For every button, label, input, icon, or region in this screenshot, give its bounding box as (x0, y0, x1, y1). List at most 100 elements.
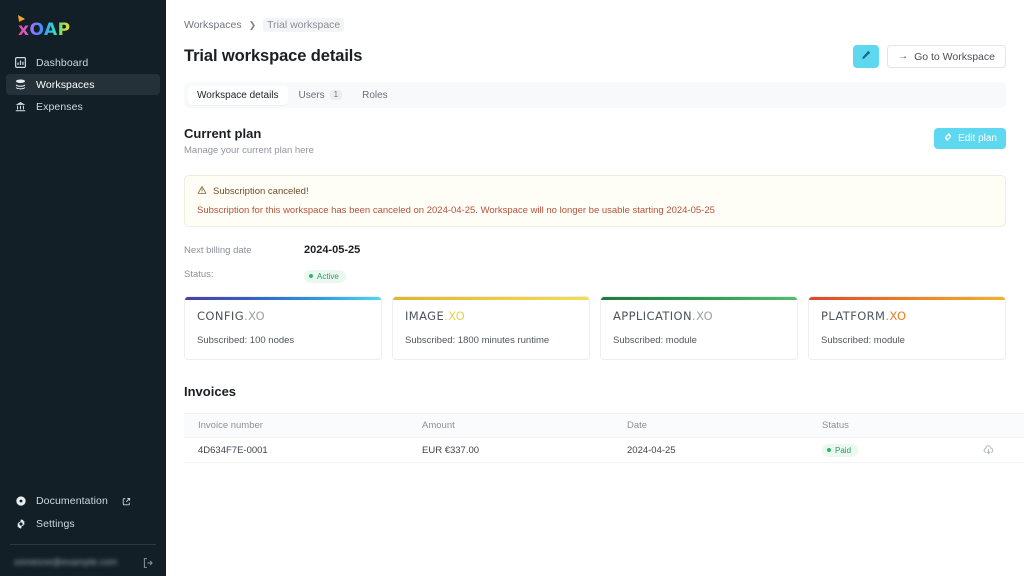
detail-row-status: Status: Active (184, 262, 1006, 286)
sidebar-bottom-nav: Documentation Settings (0, 490, 166, 536)
invoices-table-header: Invoice number Amount Date Status (184, 414, 1024, 437)
pencil-icon (860, 49, 872, 64)
status-label: Active (317, 271, 339, 281)
column-header-date: Date (627, 420, 648, 431)
sidebar-item-label: Documentation (36, 495, 108, 507)
status-badge: Active (304, 265, 346, 283)
arrow-right-icon: → (898, 51, 909, 62)
go-to-workspace-button[interactable]: → Go to Workspace (887, 45, 1006, 68)
column-header-invoice-number: Invoice number (198, 420, 263, 431)
tab-workspace-details[interactable]: Workspace details (188, 85, 288, 105)
breadcrumb: Workspaces ❯ Trial workspace (166, 0, 1024, 32)
sidebar-item-label: Expenses (36, 100, 83, 113)
section-title: Current plan (184, 126, 262, 141)
plan-card-subscribed: Subscribed: 100 nodes (197, 335, 295, 346)
external-link-icon (122, 497, 131, 506)
page-actions: → Go to Workspace (853, 45, 1006, 68)
sidebar-item-label: Workspaces (36, 78, 95, 91)
svg-text:xOAP: xOAP (18, 20, 71, 39)
table-row[interactable]: 4D634F7E-0001 EUR €337.00 2024-04-25 Pai… (184, 437, 1024, 463)
status-dot-icon (827, 448, 831, 452)
tab-users-badge: 1 (329, 89, 343, 101)
breadcrumb-current: Trial workspace (263, 18, 345, 32)
current-plan-header: Current plan Manage your current plan he… (166, 108, 1024, 156)
invoices-title: Invoices (184, 384, 237, 399)
plan-card-name: IMAGE.XO (405, 309, 577, 323)
sidebar-item-workspaces[interactable]: Workspaces (6, 74, 160, 95)
section-subtitle: Manage your current plan here (184, 145, 314, 156)
tab-roles[interactable]: Roles (353, 86, 397, 105)
column-header-status: Status (822, 420, 849, 431)
user-email: someone@example.com (14, 557, 118, 567)
tabs-bar: Workspace details Users 1 Roles (184, 82, 1006, 108)
info-icon (14, 495, 27, 508)
tab-users[interactable]: Users 1 (290, 86, 352, 105)
xoap-logo-icon: xOAP (18, 15, 71, 39)
warning-triangle-icon (197, 185, 207, 198)
status-dot-icon (309, 274, 313, 278)
alert-heading-row: Subscription canceled! (197, 185, 993, 198)
edit-workspace-button[interactable] (853, 45, 880, 68)
plan-card-platform-xo[interactable]: PLATFORM.XO Subscribed: module (808, 296, 1006, 360)
bar-chart-icon (14, 56, 27, 69)
sidebar-item-expenses[interactable]: Expenses (6, 96, 160, 117)
sidebar: xOAP Dashboard Workspaces Expenses Docum… (0, 0, 166, 576)
bank-icon (14, 100, 27, 113)
gear-icon (943, 132, 953, 145)
plan-name-suffix: .XO (692, 309, 714, 323)
plan-card-image-xo[interactable]: IMAGE.XO Subscribed: 1800 minutes runtim… (392, 296, 590, 360)
sidebar-user-row: someone@example.com (0, 548, 166, 576)
sidebar-item-documentation[interactable]: Documentation (6, 490, 160, 512)
column-header-amount: Amount (422, 420, 455, 431)
tab-label: Workspace details (197, 89, 279, 101)
subscription-canceled-alert: Subscription canceled! Subscription for … (184, 175, 1006, 227)
plan-name-main: PLATFORM (821, 309, 886, 323)
app-root: xOAP Dashboard Workspaces Expenses Docum… (0, 0, 1024, 576)
chevron-right-icon: ❯ (248, 19, 257, 30)
detail-row-next-billing-date: Next billing date 2024-05-25 (184, 238, 1006, 262)
cell-amount: EUR €337.00 (422, 444, 480, 456)
cell-date: 2024-04-25 (627, 444, 676, 456)
plan-name-suffix: .XO (244, 309, 266, 323)
go-to-workspace-label: Go to Workspace (914, 50, 995, 63)
detail-key: Status: (184, 268, 214, 280)
plan-card-name: APPLICATION.XO (613, 309, 785, 323)
edit-plan-label: Edit plan (958, 133, 997, 144)
plan-name-main: APPLICATION (613, 309, 693, 323)
plan-details-table: Next billing date 2024-05-25 Status: Act… (184, 238, 1006, 286)
detail-value: 2024-05-25 (304, 244, 361, 256)
sidebar-item-settings[interactable]: Settings (6, 513, 160, 535)
page-title: Trial workspace details (184, 47, 363, 65)
current-plan-heading-group: Current plan Manage your current plan he… (184, 126, 314, 156)
tab-label: Roles (362, 89, 388, 101)
detail-key: Next billing date (184, 244, 252, 256)
cell-actions (982, 444, 1022, 457)
plan-card-subscribed: Subscribed: module (613, 335, 697, 346)
main-content: Workspaces ❯ Trial workspace Trial works… (166, 0, 1024, 576)
plan-cards-list: CONFIG.XO Subscribed: 100 nodes IMAGE.XO… (184, 296, 1024, 360)
tab-label: Users (298, 89, 325, 101)
alert-heading: Subscription canceled! (213, 186, 309, 197)
plan-name-suffix: .XO (885, 309, 907, 323)
plan-card-application-xo[interactable]: APPLICATION.XO Subscribed: module (600, 296, 798, 360)
plan-name-suffix: .XO (444, 309, 466, 323)
sidebar-item-dashboard[interactable]: Dashboard (6, 52, 160, 73)
logout-icon[interactable] (142, 556, 154, 568)
download-icon[interactable] (982, 444, 995, 457)
page-title-row: Trial workspace details → Go to Workspac… (166, 32, 1024, 68)
sidebar-item-label: Dashboard (36, 56, 89, 69)
plan-card-config-xo[interactable]: CONFIG.XO Subscribed: 100 nodes (184, 296, 382, 360)
sidebar-divider (10, 544, 156, 545)
plan-card-subscribed: Subscribed: 1800 minutes runtime (405, 335, 550, 346)
sidebar-nav: Dashboard Workspaces Expenses (0, 52, 166, 118)
status-label: Paid (835, 445, 852, 455)
plan-name-main: IMAGE (405, 309, 445, 323)
plan-card-name: CONFIG.XO (197, 309, 369, 323)
brand-logo[interactable]: xOAP (0, 0, 166, 52)
plan-card-name: PLATFORM.XO (821, 309, 993, 323)
breadcrumb-workspaces[interactable]: Workspaces (184, 19, 242, 31)
edit-plan-button[interactable]: Edit plan (934, 128, 1006, 149)
layers-icon (14, 78, 27, 91)
gear-icon (14, 518, 27, 531)
cell-status: Paid (822, 443, 982, 457)
